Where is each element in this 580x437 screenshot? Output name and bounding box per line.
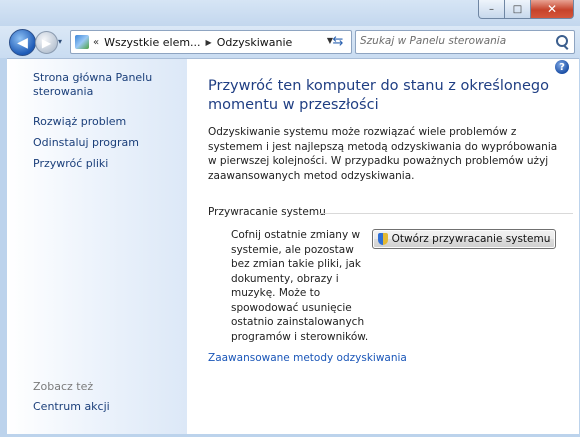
sidebar-item-uninstall-program[interactable]: Odinstaluj program (33, 136, 139, 150)
help-icon[interactable]: ? (555, 60, 569, 74)
caption-buttons: – □ ✕ (478, 0, 574, 19)
title-bar: – □ ✕ (0, 0, 580, 26)
page-title: Przywróć ten komputer do stanu z określo… (208, 78, 549, 113)
back-button[interactable]: ◀ (9, 29, 36, 56)
see-also-heading: Zobacz też (33, 380, 94, 393)
breadcrumb-recovery[interactable]: Odzyskiwanie (217, 36, 293, 49)
address-bar[interactable]: « Wszystkie elem... ▶ Odzyskiwanie ▼ (70, 30, 352, 54)
control-panel-window: – □ ✕ ◀ ▶ ▾ « Wszystkie elem... ▶ Odzysk… (0, 0, 580, 437)
search-box (355, 30, 575, 54)
sidebar-item-action-center[interactable]: Centrum akcji (33, 400, 110, 414)
content-area: Strona główna Panelu sterowania Rozwiąż … (7, 58, 579, 434)
forward-arrow-icon: ▶ (41, 35, 52, 50)
group-divider (318, 213, 573, 214)
advanced-recovery-link[interactable]: Zaawansowane metody odzyskiwania (208, 352, 407, 364)
navigation-bar: ◀ ▶ ▾ « Wszystkie elem... ▶ Odzyskiwanie… (0, 26, 580, 58)
page-description: Odzyskiwanie systemu może rozwiązać wiel… (208, 126, 558, 182)
open-system-restore-button[interactable]: Otwórz przywracanie systemu (372, 229, 556, 249)
system-restore-description: Cofnij ostatnie zmiany w systemie, ale p… (231, 229, 369, 343)
recent-pages-button[interactable]: ▾ (58, 37, 62, 46)
open-system-restore-label: Otwórz przywracanie systemu (391, 233, 551, 245)
refresh-button[interactable]: ⇆ (327, 30, 349, 52)
back-arrow-icon: ◀ (17, 34, 28, 51)
refresh-icon: ⇆ (332, 33, 344, 49)
minimize-button[interactable]: – (478, 0, 505, 19)
close-button[interactable]: ✕ (531, 0, 574, 19)
sidebar-item-troubleshoot[interactable]: Rozwiąż problem (33, 115, 126, 129)
search-icon[interactable] (556, 35, 568, 47)
sidebar-item-control-panel-home[interactable]: Strona główna Panelu sterowania (33, 71, 173, 99)
maximize-button[interactable]: □ (505, 0, 531, 19)
system-restore-group-title: Przywracanie systemu (208, 206, 326, 218)
breadcrumb-all-items[interactable]: Wszystkie elem... (104, 36, 200, 49)
breadcrumb-separator-icon[interactable]: ▶ (206, 38, 212, 47)
sidebar: Strona główna Panelu sterowania Rozwiąż … (7, 59, 187, 434)
forward-button[interactable]: ▶ (35, 31, 58, 54)
shield-icon (377, 233, 388, 245)
breadcrumb-overflow-button[interactable]: « (93, 37, 99, 48)
sidebar-item-restore-files[interactable]: Przywróć pliki (33, 157, 108, 171)
search-input[interactable] (360, 31, 550, 51)
control-panel-icon (75, 35, 89, 49)
